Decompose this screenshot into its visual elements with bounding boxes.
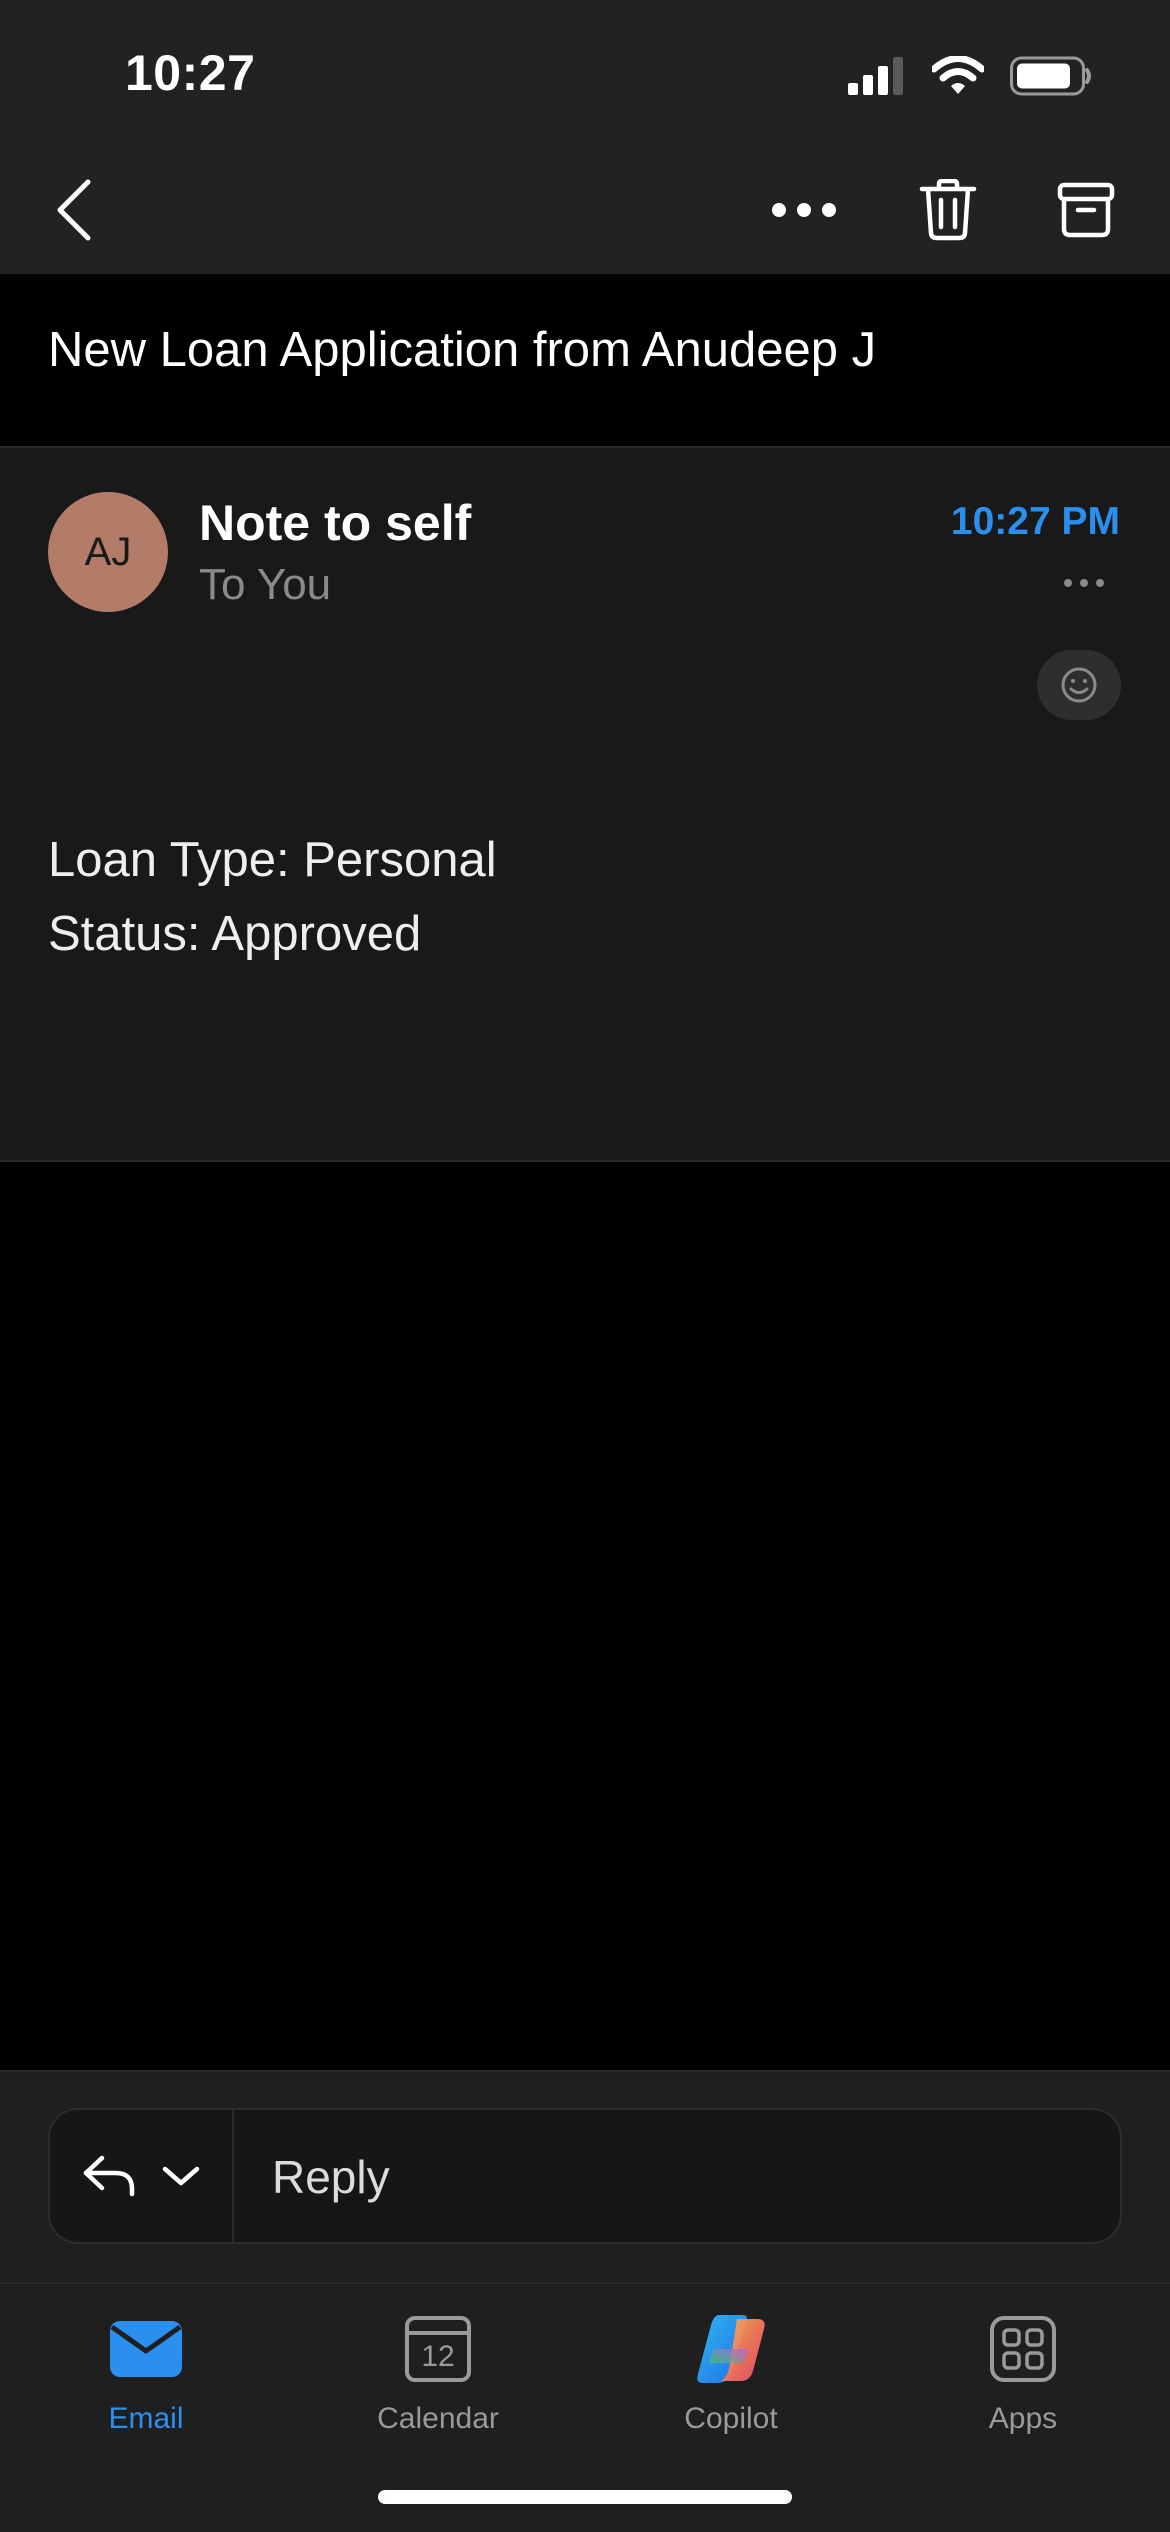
chevron-down-icon: [162, 2166, 200, 2186]
avatar[interactable]: AJ: [48, 492, 168, 612]
tab-apps[interactable]: Apps: [903, 2296, 1143, 2446]
tab-apps-label: Apps: [988, 2402, 1058, 2435]
more-options-button[interactable]: [768, 160, 840, 260]
battery-icon: [1010, 56, 1092, 101]
trash-icon: [919, 179, 977, 241]
email-subject: New Loan Application from Anudeep J: [48, 323, 877, 377]
back-button[interactable]: [44, 160, 104, 260]
archive-icon: [1057, 182, 1115, 238]
calendar-icon: 12: [404, 2304, 472, 2394]
more-horizontal-icon: [1064, 579, 1104, 587]
tab-copilot[interactable]: Copilot: [611, 2296, 851, 2446]
tab-email[interactable]: Email: [26, 2296, 266, 2446]
chevron-left-icon: [57, 179, 91, 241]
tab-calendar-label: Calendar: [377, 2402, 499, 2435]
message-time: 10:27 PM: [950, 500, 1120, 543]
tab-bar-divider: [0, 2282, 1170, 2284]
status-icons: [848, 54, 1092, 101]
body-line-status: Status: Approved: [48, 907, 422, 961]
tab-email-label: Email: [108, 2402, 184, 2435]
reply-arrow-icon: [83, 2155, 135, 2197]
mail-icon: [108, 2304, 184, 2394]
archive-button[interactable]: [1050, 160, 1122, 260]
reply-options-button[interactable]: [50, 2110, 234, 2242]
tab-copilot-label: Copilot: [684, 2402, 778, 2435]
add-reaction-button[interactable]: [1037, 650, 1121, 720]
home-indicator[interactable]: [378, 2490, 792, 2504]
message-card: [0, 446, 1170, 1162]
status-time: 10:27: [125, 45, 256, 101]
body-line-loan-type: Loan Type: Personal: [48, 833, 497, 887]
recipients[interactable]: To You: [199, 560, 331, 610]
smiley-icon: [1061, 667, 1097, 703]
message-toolbar: [0, 160, 1170, 260]
delete-button[interactable]: [912, 160, 984, 260]
cellular-signal-icon: [848, 56, 906, 100]
wifi-icon: [930, 54, 986, 101]
apps-grid-icon: [989, 2304, 1057, 2394]
message-more-button[interactable]: [1054, 568, 1114, 598]
copilot-icon: [691, 2304, 771, 2394]
sender-name: Note to self: [199, 495, 472, 551]
tab-calendar[interactable]: 12 Calendar: [318, 2296, 558, 2446]
more-horizontal-icon: [772, 203, 836, 217]
reply-field[interactable]: Reply: [272, 2150, 390, 2204]
calendar-day: 12: [421, 2340, 455, 2373]
